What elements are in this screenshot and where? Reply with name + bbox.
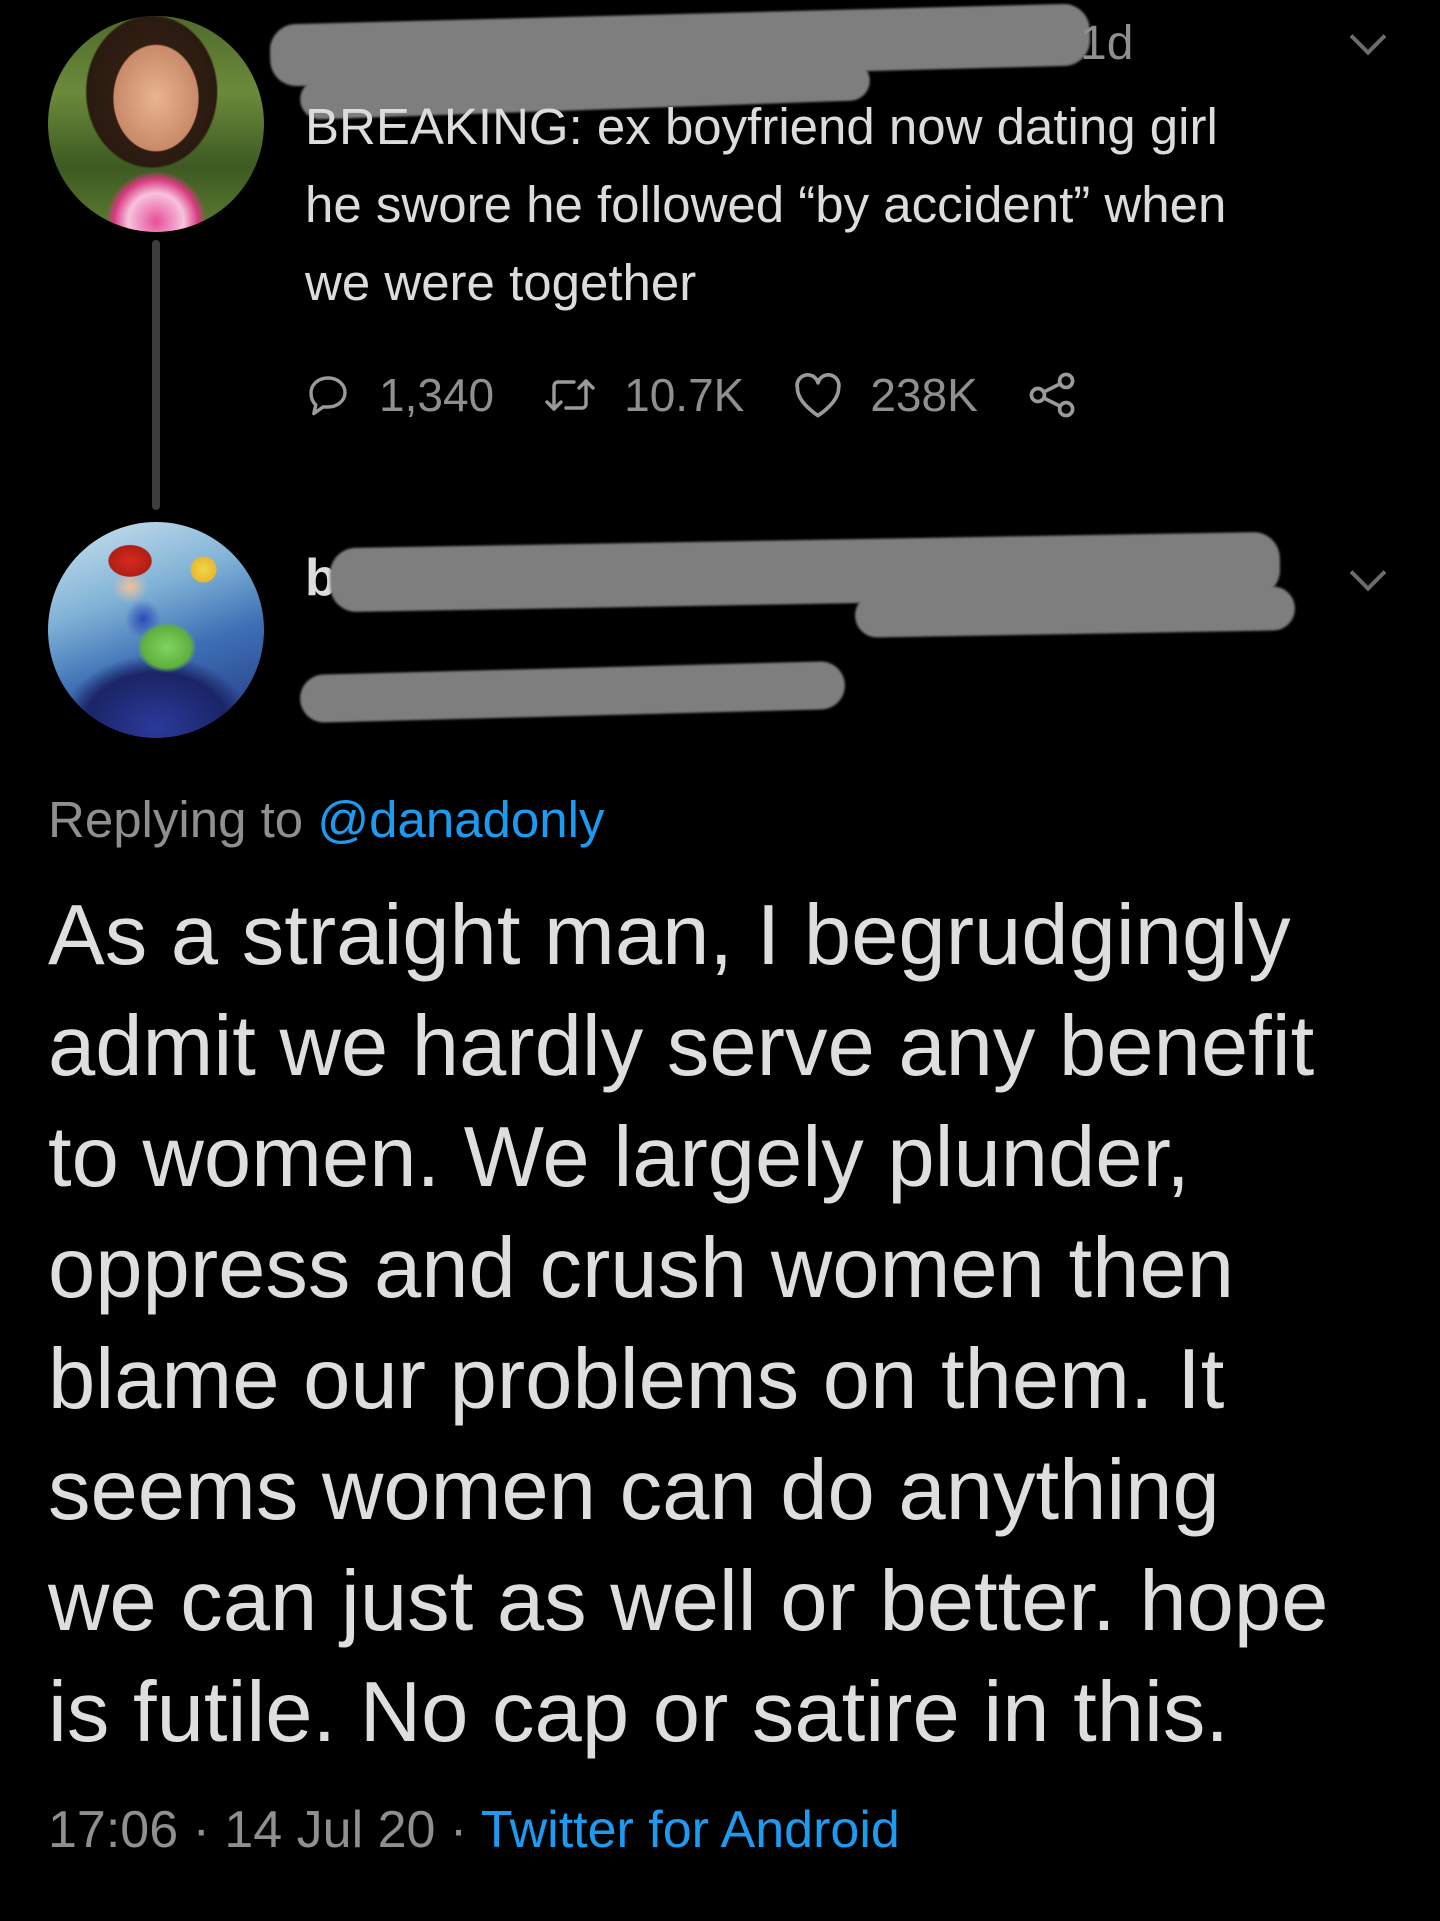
thread-connector-line [152,240,160,510]
tweet-actions: 1,340 10.7K 238K [305,360,1152,430]
replying-to-handle-link[interactable]: @danadonly [317,791,604,848]
reply-count: 1,340 [379,369,495,421]
reply-source-link[interactable]: Twitter for Android [481,1801,900,1859]
redacted-replier-handle-extra [854,586,1296,638]
share-icon [1029,372,1075,418]
chevron-down-icon[interactable] [1349,18,1387,56]
chevron-down-icon[interactable] [1349,554,1387,592]
reply-icon [309,376,347,416]
reply-text: As a straight man, I begrudgingly admit … [48,888,1329,1760]
retweet-count: 10.7K [624,369,745,421]
tweet-timestamp[interactable]: 1d [1080,16,1133,71]
redacted-replier-handle [299,660,846,724]
reply-metadata: 17:06 · 14 Jul 20 · Twitter for Android [48,1800,900,1860]
retweet-icon [545,379,595,411]
reply-date[interactable]: 14 Jul 20 [224,1801,435,1859]
meta-separator: · [449,1801,468,1859]
like-icon [795,373,842,418]
replying-to: Replying to @danadonly [48,790,604,849]
retweet-button[interactable]: 10.7K [542,368,744,422]
like-count: 238K [870,369,978,421]
reply-time[interactable]: 17:06 [48,1801,178,1859]
share-button[interactable] [1026,369,1104,421]
tweet-text: BREAKING: ex boyfriend now dating girl h… [305,98,1227,311]
author-avatar[interactable] [48,16,264,232]
like-button[interactable]: 238K [792,368,978,422]
meta-separator: · [192,1801,210,1859]
reply-button[interactable]: 1,340 [305,368,494,422]
replying-to-label: Replying to [48,791,304,848]
replier-avatar[interactable] [48,522,264,738]
